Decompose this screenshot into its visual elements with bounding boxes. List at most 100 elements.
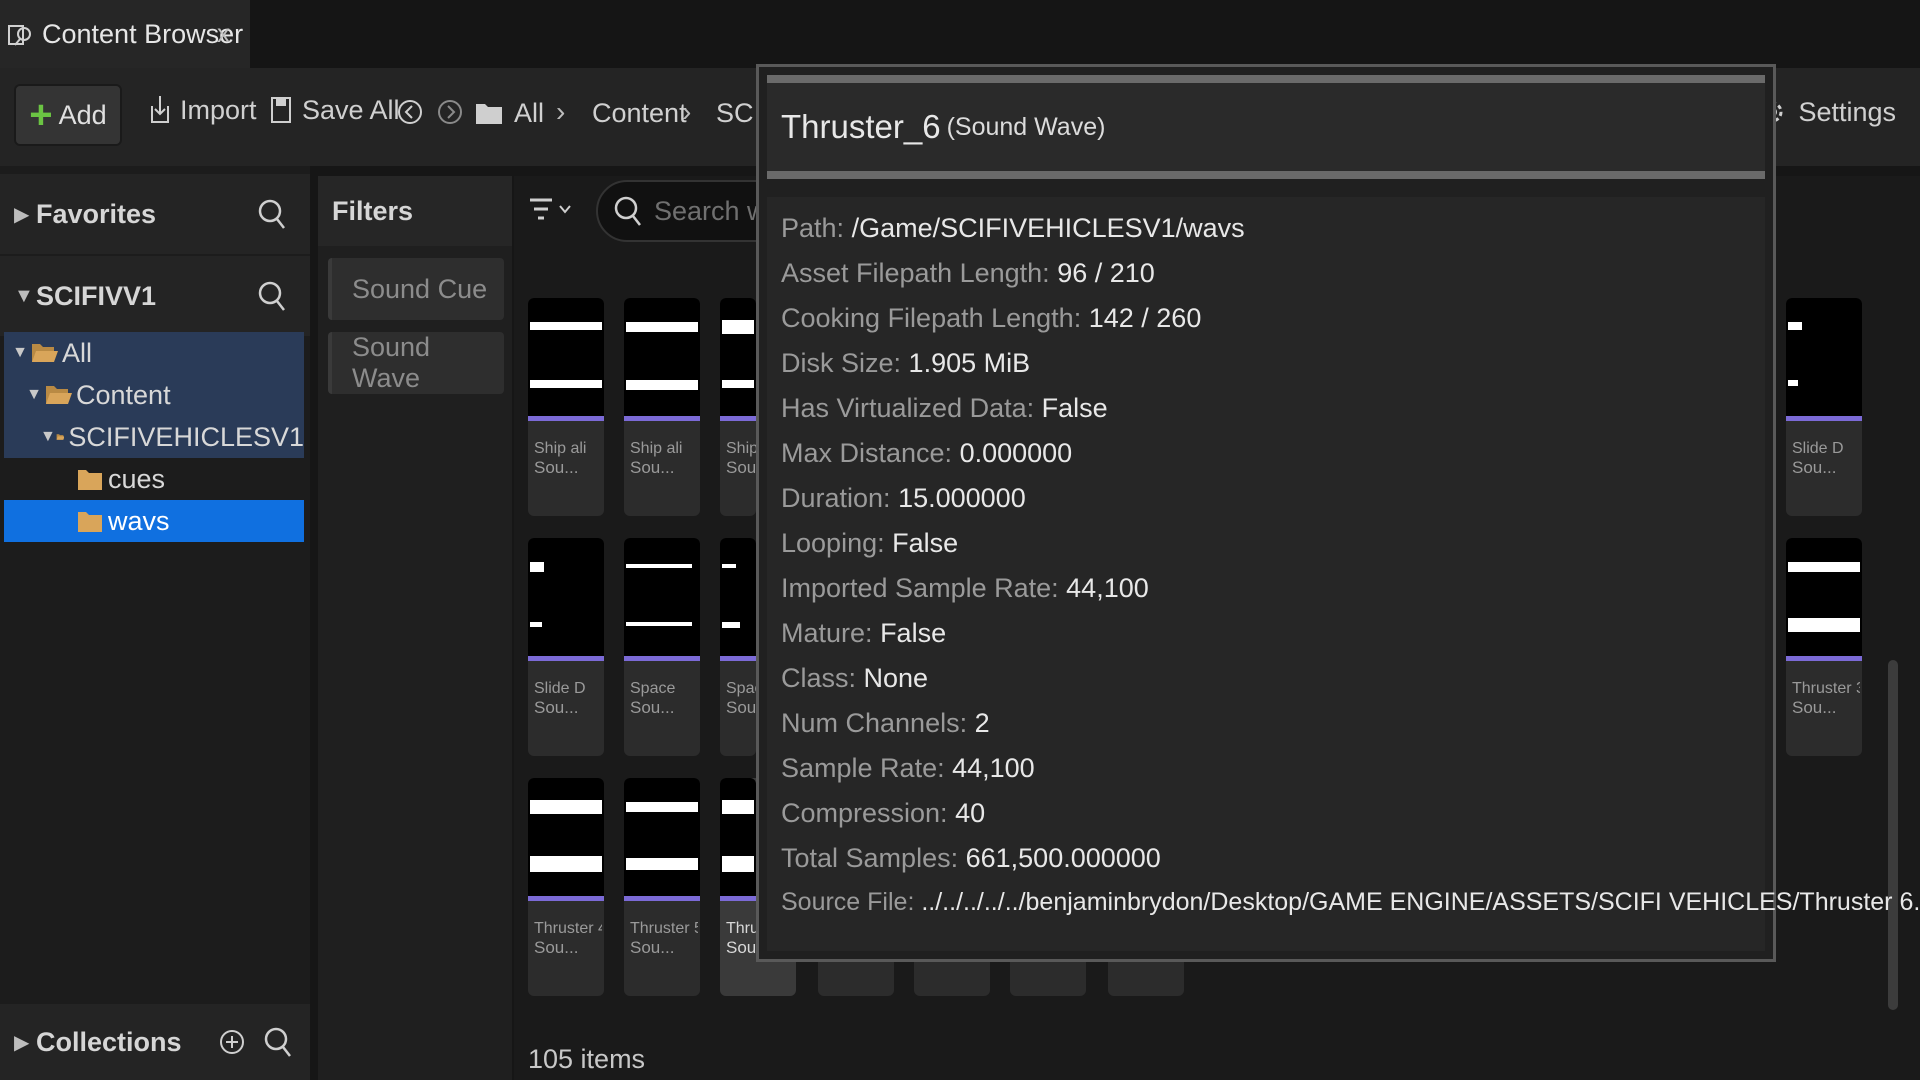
asset-name: Space [630, 680, 676, 697]
tooltip-body: Path: /Game/SCIFIVEHICLESV1/wavs Asset F… [767, 197, 1920, 951]
breadcrumb-content[interactable]: Content [592, 98, 687, 129]
open-folder-icon [46, 386, 72, 404]
plus-icon: + [29, 93, 53, 137]
tooltip-asset-type: (Sound Wave) [946, 112, 1106, 141]
asset-tile[interactable]: Thruster 3 Sou... [1786, 538, 1862, 756]
add-button[interactable]: + Add [14, 84, 122, 146]
tooltip-asset-name: Thruster_6 [781, 108, 941, 145]
save-icon [271, 97, 291, 123]
add-label: Add [58, 99, 107, 130]
asset-name: Slide D [534, 680, 586, 697]
tooltip-row: Cooking Filepath Length: 142 / 260 [781, 303, 1202, 333]
asset-type-bar [624, 896, 700, 901]
asset-type: Sou... [534, 458, 579, 477]
search-icon[interactable] [256, 196, 288, 232]
asset-tile-partial[interactable] [1010, 956, 1086, 996]
asset-type: Sou... [630, 938, 675, 957]
waveform-thumbnail [624, 538, 700, 656]
asset-tile[interactable]: Ship ali Sou... [528, 298, 604, 516]
asset-type-bar [624, 416, 700, 421]
tooltip-row: Has Virtualized Data: False [781, 393, 1108, 423]
tab-close-button[interactable]: x [217, 18, 230, 49]
folder-icon[interactable] [474, 96, 504, 128]
asset-name: Thruster 5 [630, 920, 698, 937]
save-all-label: Save All [302, 94, 400, 125]
chevron-down-icon: ▼ [14, 284, 34, 307]
favorites-header[interactable]: ▶ Favorites [0, 174, 310, 254]
add-collection-icon[interactable] [218, 1026, 246, 1058]
tab-content-browser[interactable]: Content Browser x [0, 0, 250, 68]
asset-tile[interactable]: Ship ali Sou... [624, 298, 700, 516]
tree-item-all[interactable]: ▼ All [4, 332, 304, 374]
chevron-right-icon: ▶ [14, 203, 30, 226]
search-icon[interactable] [262, 1024, 294, 1060]
asset-tile-partial[interactable] [1108, 956, 1184, 996]
asset-name: Thru [726, 920, 756, 937]
import-label: Import [180, 94, 257, 125]
save-all-button[interactable]: Save All [268, 94, 400, 126]
asset-tile[interactable]: Spac Sou... [720, 538, 756, 756]
settings-button[interactable]: Settings [1758, 96, 1896, 128]
favorites-title: Favorites [36, 198, 157, 229]
tree-item-label: Content [76, 379, 171, 410]
tooltip-row: Source File: ../../../../../benjaminbryd… [781, 888, 1920, 916]
collections-title: Collections [36, 1026, 182, 1057]
breadcrumb-all[interactable]: All [514, 98, 544, 129]
back-icon[interactable] [396, 96, 424, 128]
chevron-right-icon: › [556, 96, 566, 127]
asset-type-bar [720, 656, 756, 661]
asset-name: Thruster 4 [534, 920, 602, 937]
tree-item-content[interactable]: ▼ Content [4, 374, 304, 416]
asset-tooltip: Thruster_6 (Sound Wave) Path: /Game/SCIF… [756, 64, 1920, 962]
filter-icon[interactable] [528, 194, 578, 228]
tooltip-row: Max Distance: 0.000000 [781, 438, 1073, 468]
forward-icon[interactable] [436, 96, 464, 128]
tooltip-row: Asset Filepath Length: 96 / 210 [781, 258, 1155, 288]
asset-tile[interactable]: Thruster 5 Sou... [624, 778, 700, 996]
chevron-right-icon: ▶ [14, 1031, 30, 1054]
filter-sound-cue[interactable]: Sound Cue [328, 258, 504, 320]
asset-type-bar [1786, 656, 1862, 661]
asset-tile[interactable]: Thruster 4 Sou... [528, 778, 604, 996]
asset-type: Sou... [1792, 698, 1837, 717]
tooltip-header: Thruster_6 (Sound Wave) [767, 75, 1765, 179]
search-icon[interactable] [256, 278, 288, 314]
tooltip-row: Sample Rate: 44,100 [781, 753, 1035, 783]
asset-type: Sou... [1792, 458, 1837, 477]
asset-name: Thruster 3 [1792, 680, 1860, 697]
waveform-thumbnail [624, 778, 700, 896]
asset-type: Sou... [630, 458, 675, 477]
tree-item-scifivehiclesv1[interactable]: ▼ SCIFIVEHICLESV1 [4, 416, 304, 458]
items-count: 105 items [528, 1044, 646, 1074]
open-folder-icon [56, 434, 65, 440]
project-title: SCIFIVV1 [36, 280, 157, 311]
search-icon [614, 196, 641, 226]
waveform-thumbnail [1786, 298, 1862, 416]
filter-sound-wave[interactable]: Sound Wave [328, 332, 504, 394]
tree-item-wavs[interactable]: wavs [4, 500, 304, 542]
sources-panel: ▶ Favorites ▼ SCIFIVV1 ▼ All ▼ Content ▼… [0, 166, 310, 1080]
vertical-scrollbar[interactable] [1888, 660, 1898, 1010]
tooltip-row: Looping: False [781, 528, 959, 558]
import-button[interactable]: Import [146, 94, 257, 126]
asset-name: Ship ali [630, 440, 683, 457]
folder-icon [78, 512, 102, 532]
asset-type-bar [528, 656, 604, 661]
project-header[interactable]: ▼ SCIFIVV1 [0, 256, 310, 336]
tooltip-row: Imported Sample Rate: 44,100 [781, 573, 1149, 603]
asset-type: Sou... [534, 698, 579, 717]
waveform-thumbnail [720, 538, 756, 656]
asset-tile[interactable]: Slide D Sou... [1786, 298, 1862, 516]
asset-tile[interactable]: Space Sou... [624, 538, 700, 756]
asset-type-bar [1786, 416, 1862, 421]
tab-title: Content Browser [42, 18, 244, 49]
asset-tile[interactable]: Slide D Sou... [528, 538, 604, 756]
chevron-down-icon: ▼ [12, 344, 28, 361]
collections-header[interactable]: ▶ Collections [0, 1004, 310, 1080]
tree-item-cues[interactable]: cues [4, 458, 304, 500]
asset-type: Sou... [534, 938, 579, 957]
asset-tile-partial[interactable] [818, 956, 894, 996]
asset-tile-partial[interactable] [914, 956, 990, 996]
asset-type-bar [528, 896, 604, 901]
asset-tile[interactable]: Ship Sou... [720, 298, 756, 516]
